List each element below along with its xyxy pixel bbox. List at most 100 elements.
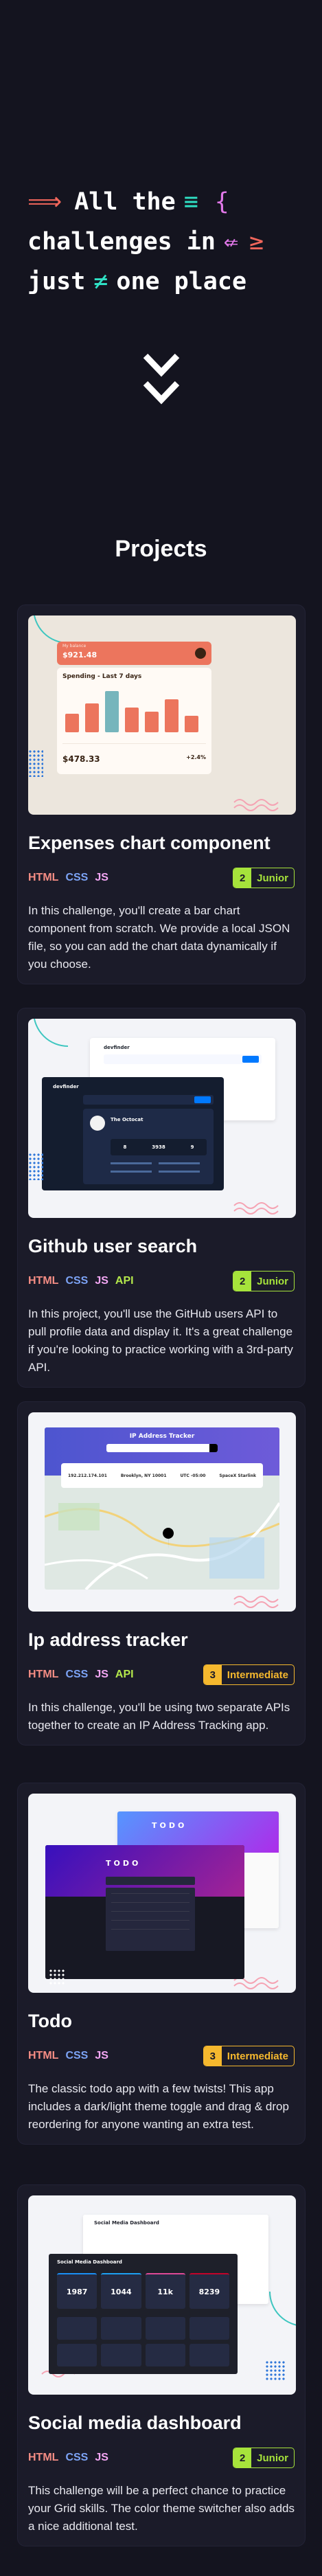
- not-equal-icon: ≠: [93, 268, 108, 295]
- level-badge: 3 Intermediate: [203, 2046, 295, 2066]
- level-badge: 2 Junior: [233, 2448, 295, 2468]
- tag-js: JS: [95, 1275, 108, 1287]
- spending-card: Spending - Last 7 days $478.33 +2.4%: [57, 668, 211, 774]
- mini-bar: [65, 714, 79, 732]
- level-label: Intermediate: [227, 1669, 288, 1681]
- project-description: The classic todo app with a few twists! …: [28, 2082, 289, 2131]
- todo-heading-dark: TODO: [106, 1859, 141, 1868]
- tag-css: CSS: [65, 872, 89, 883]
- avatar: [90, 1116, 105, 1131]
- project-meta: HTML CSS JS 2 Junior: [28, 2448, 295, 2468]
- project-card-github[interactable]: devfinder devfinder The Octocat 8 3938 9: [17, 1008, 306, 1388]
- project-title[interactable]: Social media dashboard: [28, 2413, 295, 2434]
- stat-repos: 8: [123, 1144, 127, 1150]
- tag-css: CSS: [65, 1275, 89, 1287]
- level-number: 3: [203, 1665, 222, 1684]
- project-title[interactable]: Todo: [28, 2011, 295, 2032]
- mini-bar: [105, 691, 119, 732]
- project-meta: HTML CSS JS API 3 Intermediate: [28, 1664, 295, 1685]
- mini-bar: [165, 699, 179, 732]
- projects-title: Projects: [115, 536, 207, 562]
- project-card-expenses[interactable]: My balance $921.48 Spending - Last 7 day…: [17, 605, 306, 984]
- project-thumbnail[interactable]: TODO TODO: [28, 1794, 296, 1993]
- dashboard-heading-dark: Social Media Dashboard: [57, 2259, 122, 2265]
- tech-tags: HTML CSS JS: [28, 2452, 108, 2464]
- tag-html: HTML: [28, 2452, 59, 2463]
- total-value: $478.33: [62, 754, 100, 764]
- level-number: 2: [233, 1272, 252, 1291]
- change-value: +2.4%: [186, 754, 206, 760]
- dark-dashboard-preview: Social Media Dashboard 1987 1044 11k 823…: [49, 2254, 238, 2374]
- project-description: This challenge will be a perfect chance …: [28, 2484, 295, 2533]
- project-title[interactable]: Expenses chart component: [28, 833, 295, 854]
- tag-html: HTML: [28, 1669, 59, 1680]
- hero-heading: ⟹ All the ≡ { challenges in ⇍ ≥ just ≠ o…: [27, 182, 316, 302]
- project-card-todo[interactable]: TODO TODO Todo HTML CSS JS 3 Intermediat…: [17, 1783, 306, 2145]
- not-left-arrow-icon: ⇍: [223, 228, 239, 256]
- project-thumbnail[interactable]: IP Address Tracker 192.212.174.101 Brook…: [28, 1412, 296, 1612]
- project-thumbnail[interactable]: Social Media Dashboard Social Media Dash…: [28, 2195, 296, 2395]
- stat-youtube: 8239: [189, 2273, 229, 2309]
- stat-followers: 3938: [152, 1144, 165, 1150]
- project-card-ip-tracker[interactable]: IP Address Tracker 192.212.174.101 Brook…: [17, 1401, 306, 1745]
- tag-js: JS: [95, 1669, 108, 1680]
- greater-equal-icon: ≥: [249, 228, 264, 256]
- tag-api: API: [115, 1275, 134, 1287]
- tech-tags: HTML CSS JS: [28, 2050, 108, 2062]
- level-number: 2: [233, 2448, 252, 2467]
- level-badge: 2 Junior: [233, 868, 295, 888]
- dashboard-heading-light: Social Media Dashboard: [94, 2220, 159, 2226]
- project-meta: HTML CSS JS 2 Junior: [28, 868, 295, 888]
- hero-line-2: challenges in ⇍ ≥: [27, 222, 316, 262]
- hero-text-3a: just: [27, 268, 86, 295]
- tech-tags: HTML CSS JS: [28, 872, 108, 884]
- mini-bar: [85, 703, 99, 732]
- tag-html: HTML: [28, 872, 59, 883]
- map-area: [45, 1502, 279, 1590]
- balance-card: My balance $921.48: [57, 642, 211, 665]
- app-name-light: devfinder: [104, 1045, 130, 1050]
- todo-heading-light: TODO: [152, 1821, 187, 1830]
- level-number: 3: [203, 2046, 222, 2066]
- tech-tags: HTML CSS JS API: [28, 1275, 134, 1287]
- triple-equals-icon: ≡: [183, 188, 198, 216]
- mini-bar: [185, 716, 198, 732]
- chevron-down-icon[interactable]: [143, 352, 180, 409]
- balance-value: $921.48: [62, 651, 97, 659]
- tag-css: CSS: [65, 1669, 89, 1680]
- project-description: In this project, you'll use the GitHub u…: [28, 1307, 293, 1374]
- project-description: In this challenge, you'll create a bar c…: [28, 904, 290, 971]
- mini-bar-chart: [65, 691, 198, 732]
- hero-text-1: All the: [74, 188, 176, 216]
- project-thumbnail[interactable]: devfinder devfinder The Octocat 8 3938 9: [28, 1019, 296, 1218]
- tag-js: JS: [95, 2452, 108, 2463]
- level-badge: 2 Junior: [233, 1271, 295, 1291]
- tag-css: CSS: [65, 2050, 89, 2061]
- tag-js: JS: [95, 2050, 108, 2061]
- project-title[interactable]: Github user search: [28, 1236, 295, 1257]
- level-badge: 3 Intermediate: [203, 1664, 295, 1685]
- stat-following: 9: [190, 1144, 194, 1150]
- ip-heading: IP Address Tracker: [129, 1433, 195, 1440]
- tech-tags: HTML CSS JS API: [28, 1669, 134, 1681]
- project-title[interactable]: Ip address tracker: [28, 1629, 295, 1651]
- user-name: The Octocat: [111, 1117, 143, 1122]
- arrow-icon: ⟹: [27, 188, 62, 216]
- level-label: Intermediate: [227, 2050, 288, 2062]
- level-number: 2: [233, 868, 252, 888]
- tag-css: CSS: [65, 2452, 89, 2463]
- tag-api: API: [115, 1669, 134, 1680]
- stat-facebook: 1987: [57, 2273, 97, 2309]
- tag-js: JS: [95, 872, 108, 883]
- mini-bar: [145, 712, 159, 732]
- balance-label: My balance: [62, 644, 87, 648]
- stat-instagram: 11k: [145, 2273, 185, 2309]
- level-label: Junior: [257, 2452, 288, 2464]
- project-meta: HTML CSS JS API 2 Junior: [28, 1271, 295, 1291]
- project-thumbnail[interactable]: My balance $921.48 Spending - Last 7 day…: [28, 615, 296, 815]
- logo-icon: [195, 648, 206, 659]
- ip-preview: IP Address Tracker 192.212.174.101 Brook…: [45, 1427, 279, 1590]
- dark-todo-preview: TODO: [45, 1845, 244, 1979]
- project-card-social-dashboard[interactable]: Social Media Dashboard Social Media Dash…: [17, 2184, 306, 2546]
- hero-line-1: ⟹ All the ≡ {: [27, 182, 316, 222]
